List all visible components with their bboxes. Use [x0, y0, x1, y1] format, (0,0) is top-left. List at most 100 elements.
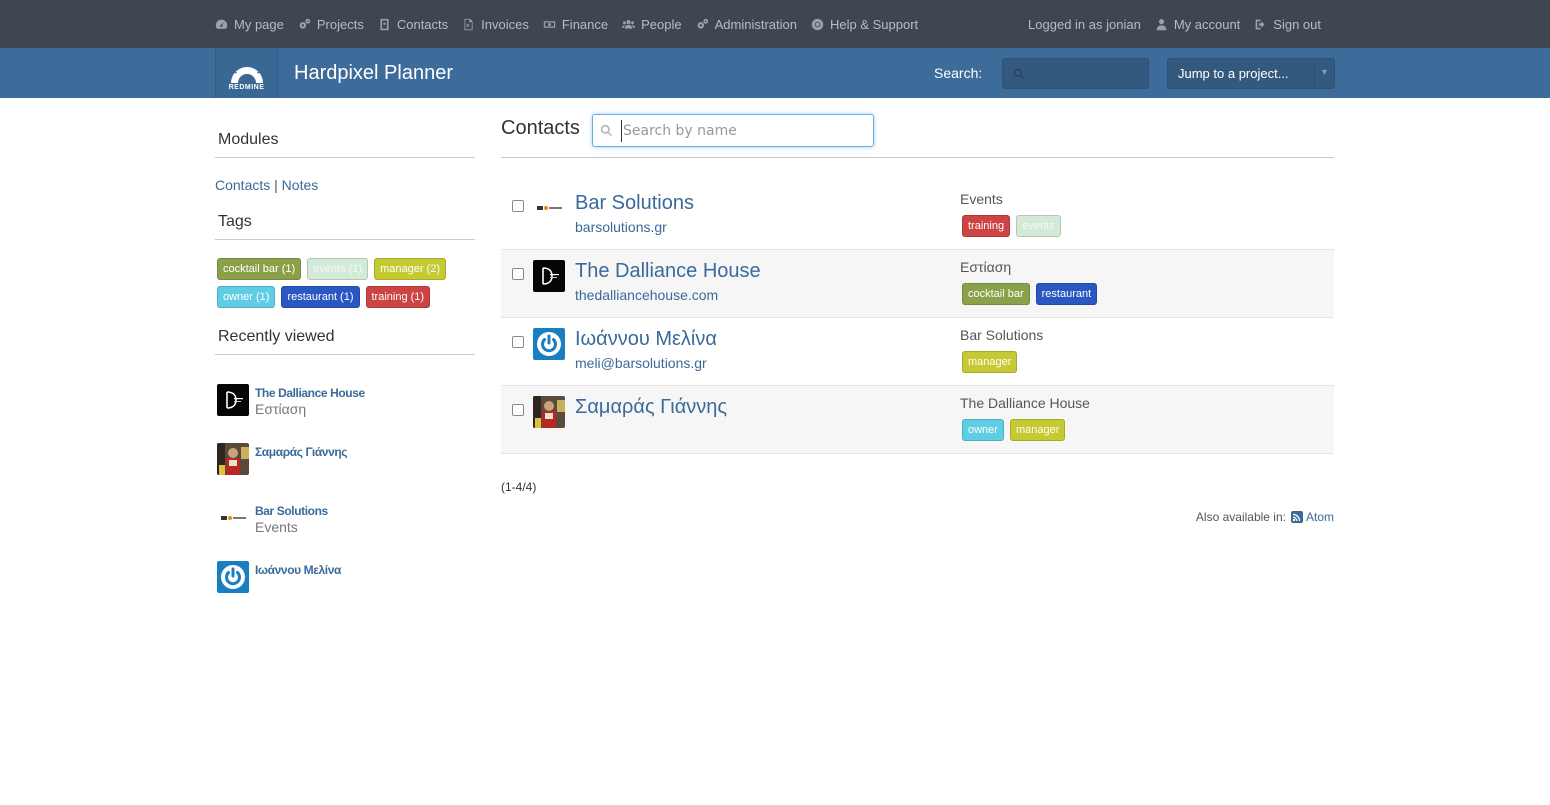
avatar — [217, 502, 249, 534]
header-search-input[interactable] — [1002, 58, 1149, 89]
contact-name[interactable]: Ιωάννου Μελίνα — [575, 328, 717, 351]
recent-item[interactable]: The Dalliance House Εστίαση — [215, 384, 475, 443]
contact-website[interactable]: barsolutions.gr — [575, 219, 667, 235]
contact-company: Εστίαση — [960, 259, 1012, 275]
tag-restaurant[interactable]: restaurant (1) — [281, 286, 360, 308]
dashboard-icon — [215, 18, 228, 31]
menu-finance[interactable]: Finance — [543, 17, 608, 32]
avatar — [217, 561, 249, 593]
cogs-icon — [696, 18, 709, 31]
menu-contacts[interactable]: Contacts — [378, 17, 448, 32]
module-link-notes[interactable]: Notes — [282, 177, 319, 193]
row-checkbox[interactable] — [512, 336, 524, 348]
menu-label: Projects — [316, 16, 364, 32]
tag-manager[interactable]: manager (2) — [374, 258, 446, 280]
avatar[interactable] — [533, 260, 565, 292]
tag-cloud: cocktail bar (1) events (1) manager (2) … — [215, 240, 473, 314]
menu-label: People — [641, 16, 682, 32]
contacts-list: Bar Solutions barsolutions.gr Events tra… — [501, 182, 1334, 454]
tag-cocktail-bar[interactable]: cocktail bar — [962, 283, 1030, 305]
menu-label: Contacts — [396, 16, 449, 32]
tag-training[interactable]: training — [962, 215, 1011, 237]
tag-manager[interactable]: manager — [1009, 419, 1066, 441]
pagination-count: (1-4/4) — [501, 480, 537, 494]
recent-item-name[interactable]: Bar Solutions — [255, 504, 328, 518]
row-checkbox[interactable] — [512, 268, 524, 280]
avatar[interactable] — [533, 328, 565, 360]
tag-manager[interactable]: manager — [962, 351, 1018, 373]
tag-training[interactable]: training (1) — [365, 286, 431, 308]
tag-restaurant[interactable]: restaurant — [1035, 283, 1098, 305]
tag-events[interactable]: events (1) — [307, 258, 369, 280]
menu-people[interactable]: People — [622, 16, 682, 32]
app-title[interactable]: Hardpixel Planner — [294, 48, 453, 98]
menu-label: My page — [234, 16, 284, 32]
tags-heading: Tags — [215, 193, 475, 240]
contact-email[interactable]: meli@barsolutions.gr — [575, 355, 707, 371]
rss-feed-icon[interactable] — [1290, 511, 1303, 523]
redmine-logo[interactable]: REDMINE — [215, 48, 278, 98]
sidebar: Modules Contacts | Notes Tags cocktail b… — [215, 98, 475, 620]
menu-projects[interactable]: Projects — [298, 17, 364, 32]
recent-item[interactable]: Ιωάννου Μελίνα — [215, 561, 475, 620]
avatar — [217, 443, 249, 475]
tag-events[interactable]: events — [1016, 215, 1061, 237]
top-menu-right: Logged in as jonian My account Sign out — [1028, 0, 1321, 48]
contact-name[interactable]: Bar Solutions — [575, 192, 694, 215]
menu-administration[interactable]: Administration — [696, 17, 797, 32]
sign-out-link[interactable]: Sign out — [1254, 17, 1321, 32]
redmine-arch-icon — [230, 59, 263, 83]
logged-in-label: Logged in as jonian — [1028, 16, 1141, 32]
contact-row: Bar Solutions barsolutions.gr Events tra… — [501, 182, 1334, 250]
tag-owner[interactable]: owner (1) — [217, 286, 276, 308]
contact-tags: manager — [962, 351, 1023, 373]
logged-in-as: Logged in as jonian — [1028, 17, 1141, 32]
recent-item[interactable]: Bar Solutions Events — [215, 502, 475, 561]
contact-tags: training events — [962, 215, 1067, 237]
avatar[interactable] — [533, 192, 565, 224]
content-header: Contacts — [501, 98, 1334, 158]
also-available-label: Also available in: — [1195, 510, 1286, 524]
jump-label: Jump to a project... — [1178, 66, 1289, 81]
recent-item[interactable]: Σαμαράς Γιάννης — [215, 443, 475, 502]
contact-name[interactable]: Σαμαράς Γιάννης — [575, 396, 727, 419]
contact-company: Events — [960, 191, 1003, 207]
file-excel-icon — [462, 18, 475, 31]
sign-out-icon — [1254, 18, 1267, 31]
row-checkbox[interactable] — [512, 404, 524, 416]
contact-name[interactable]: The Dalliance House — [575, 260, 761, 283]
avatar[interactable] — [533, 396, 565, 428]
contact-website[interactable]: thedalliancehouse.com — [575, 287, 718, 303]
recent-item-name[interactable]: Σαμαράς Γιάννης — [255, 445, 348, 459]
menu-invoices[interactable]: Invoices — [462, 17, 529, 32]
module-separator: | — [274, 177, 278, 193]
my-account-link[interactable]: My account — [1155, 17, 1240, 32]
user-icon — [1155, 18, 1168, 31]
tag-cocktail-bar[interactable]: cocktail bar (1) — [217, 258, 302, 280]
my-account-label: My account — [1173, 16, 1241, 32]
life-ring-icon — [811, 18, 824, 31]
recent-item-name[interactable]: The Dalliance House — [255, 386, 365, 400]
address-card-icon — [378, 18, 391, 31]
logo-text: REDMINE — [228, 84, 265, 91]
row-checkbox[interactable] — [512, 200, 524, 212]
recent-item-name[interactable]: Ιωάννου Μελίνα — [255, 563, 341, 577]
recently-viewed-heading: Recently viewed — [215, 314, 475, 355]
search-by-name-input[interactable] — [621, 120, 866, 142]
recent-item-company: Events — [255, 519, 298, 535]
modules-heading: Modules — [215, 98, 475, 158]
search-by-name-field[interactable] — [592, 114, 874, 147]
menu-my-page[interactable]: My page — [215, 17, 284, 32]
contact-tags: cocktail bar restaurant — [962, 283, 1103, 305]
users-icon — [622, 18, 636, 31]
recently-viewed-list: The Dalliance House Εστίαση Σαμαράς Γιάν… — [215, 355, 475, 620]
chevron-down-icon: ▼ — [1314, 59, 1334, 88]
money-icon — [543, 18, 556, 31]
menu-label: Help & Support — [829, 16, 919, 32]
module-link-contacts[interactable]: Contacts — [215, 177, 270, 193]
tag-owner[interactable]: owner — [962, 419, 1004, 441]
atom-feed-link[interactable]: Atom — [1306, 510, 1334, 524]
jump-to-project-select[interactable]: Jump to a project... ▼ — [1167, 58, 1335, 89]
menu-help-support[interactable]: Help & Support — [811, 17, 918, 32]
menu-label: Administration — [714, 16, 797, 32]
